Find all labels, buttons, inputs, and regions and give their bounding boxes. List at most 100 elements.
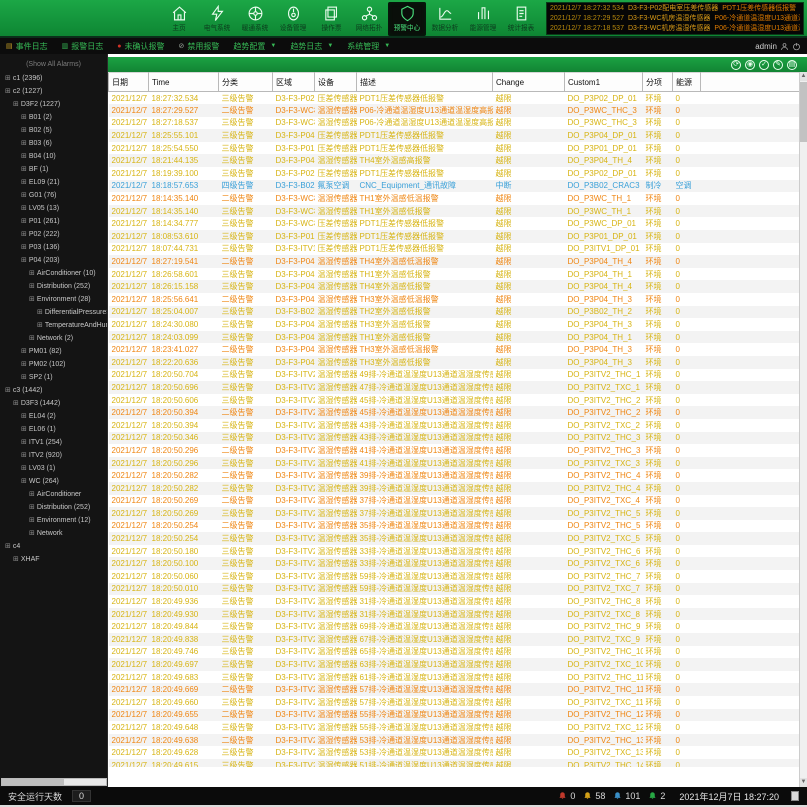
tree-node[interactable]: ⊞XHAF [0, 553, 107, 566]
tree-node[interactable]: ⊞B02 (5) [0, 124, 107, 137]
column-header[interactable]: 描述 [357, 73, 493, 92]
tree-node[interactable]: ⊞ITV1 (254) [0, 436, 107, 449]
show-all-alarms-label[interactable]: (Show All Alarms) [0, 54, 107, 72]
column-header[interactable]: 分项 [643, 73, 673, 92]
nav-item-reports[interactable]: 统计报表 [502, 2, 540, 36]
alarm-row[interactable]: 2021/12/718:20:50.254二级告警D3-F3-ITV2机房温湿传… [109, 520, 800, 533]
alarm-row[interactable]: 2021/12/718:25:56.641二级告警D3-F3-P04...温湿传… [109, 293, 800, 306]
tree-expand-icon[interactable]: ⊞ [37, 319, 43, 332]
tree-expand-icon[interactable]: ⊞ [5, 540, 11, 553]
tree-expand-icon[interactable]: ⊞ [21, 111, 27, 124]
tree-node[interactable]: ⊞TemperatureAndHumidity [0, 319, 107, 332]
alarm-row[interactable]: 2021/12/718:20:49.615三级告警D3-F3-ITV2机房温湿传… [109, 759, 800, 767]
calendar-icon[interactable] [791, 791, 799, 801]
tree-node[interactable]: ⊞WC (264) [0, 475, 107, 488]
tree-node[interactable]: ⊞AirConditioner [0, 488, 107, 501]
tree-node[interactable]: ⊞c2 (1227) [0, 85, 107, 98]
tree-expand-icon[interactable]: ⊞ [21, 462, 27, 475]
column-header[interactable]: Time [149, 73, 219, 92]
tree-node[interactable]: ⊞BF (1) [0, 163, 107, 176]
tree-node[interactable]: ⊞P02 (222) [0, 228, 107, 241]
tree-expand-icon[interactable]: ⊞ [29, 293, 35, 306]
tree-expand-icon[interactable]: ⊞ [21, 410, 27, 423]
alarm-row[interactable]: 2021/12/718:20:49.628三级告警D3-F3-ITV2机房温湿传… [109, 746, 800, 759]
alarm-row[interactable]: 2021/12/718:20:50.394二级告警D3-F3-ITV2机房温湿传… [109, 406, 800, 419]
alarm-row[interactable]: 2021/12/718:20:49.697三级告警D3-F3-ITV2机房温湿传… [109, 658, 800, 671]
alarm-row[interactable]: 2021/12/718:20:50.296二级告警D3-F3-ITV2机房温湿传… [109, 444, 800, 457]
tree-expand-icon[interactable]: ⊞ [21, 202, 27, 215]
alarm-row[interactable]: 2021/12/718:20:50.180三级告警D3-F3-ITV2机房温湿传… [109, 545, 800, 558]
alarm-row[interactable]: 2021/12/718:21:44.135三级告警D3-F3-P04...温湿传… [109, 154, 800, 167]
tree-expand-icon[interactable]: ⊞ [21, 345, 27, 358]
alarm-row[interactable]: 2021/12/718:20:49.638二级告警D3-F3-ITV2机房温湿传… [109, 734, 800, 747]
tree-node[interactable]: ⊞Network (2) [0, 332, 107, 345]
alarm-row[interactable]: 2021/12/718:20:50.282三级告警D3-F3-ITV2机房温湿传… [109, 482, 800, 495]
alarm-row[interactable]: 2021/12/718:20:50.269二级告警D3-F3-ITV2机房温湿传… [109, 495, 800, 508]
confirm-all-icon[interactable]: ✓ [759, 60, 769, 70]
scroll-down-arrow[interactable]: ▼ [800, 778, 807, 787]
tree-node[interactable]: ⊞PM01 (82) [0, 345, 107, 358]
menu-item-trend-config[interactable]: 趋势配置▼ [233, 41, 276, 52]
alarm-row[interactable]: 2021/12/718:20:50.060三级告警D3-F3-ITV2机房温湿传… [109, 570, 800, 583]
tree-node[interactable]: ⊞B01 (2) [0, 111, 107, 124]
tree-expand-icon[interactable]: ⊞ [29, 488, 35, 501]
tree-expand-icon[interactable]: ⊞ [13, 98, 19, 111]
alarm-row[interactable]: 2021/12/718:24:30.080三级告警D3-F3-P04...温湿传… [109, 318, 800, 331]
tree-expand-icon[interactable]: ⊞ [29, 332, 35, 345]
alarm-row[interactable]: 2021/12/718:20:49.746三级告警D3-F3-ITV2机房温湿传… [109, 646, 800, 659]
column-header[interactable]: 能源 [673, 73, 701, 92]
alarm-row[interactable]: 2021/12/718:20:50.296三级告警D3-F3-ITV2机房温湿传… [109, 457, 800, 470]
alarm-row[interactable]: 2021/12/718:27:32.534三级告警D3-F3-P02...压差传… [109, 92, 800, 105]
nav-item-electrical[interactable]: 电气系统 [198, 2, 236, 36]
alarm-row[interactable]: 2021/12/718:27:18.537三级告警D3-F3-WC机房温湿传感器… [109, 117, 800, 130]
tree-expand-icon[interactable]: ⊞ [29, 267, 35, 280]
tree-expand-icon[interactable]: ⊞ [21, 228, 27, 241]
tree-expand-icon[interactable]: ⊞ [21, 124, 27, 137]
alarm-row[interactable]: 2021/12/718:20:49.648三级告警D3-F3-ITV2机房温湿传… [109, 721, 800, 734]
nav-item-tickets[interactable]: 操作票 [312, 2, 350, 36]
tree-node[interactable]: ⊞P01 (261) [0, 215, 107, 228]
tree-node[interactable]: ⊞G01 (76) [0, 189, 107, 202]
alarm-row[interactable]: 2021/12/718:20:49.660三级告警D3-F3-ITV2机房温湿传… [109, 696, 800, 709]
tree-node[interactable]: ⊞Network [0, 527, 107, 540]
tree-node[interactable]: ⊞DifferentialPressureS [0, 306, 107, 319]
tree-node[interactable]: ⊞EL06 (1) [0, 423, 107, 436]
alarm-row[interactable]: 2021/12/718:19:39.100三级告警D3-F3-P02...压差传… [109, 167, 800, 180]
tree-expand-icon[interactable]: ⊞ [13, 397, 19, 410]
alarm-row[interactable]: 2021/12/718:20:49.936三级告警D3-F3-ITV2机房温湿传… [109, 595, 800, 608]
alarm-row[interactable]: 2021/12/718:25:04.007三级告警D3-F3-B02...温湿传… [109, 306, 800, 319]
alarm-row[interactable]: 2021/12/718:20:50.696三级告警D3-F3-ITV2机房温湿传… [109, 381, 800, 394]
alarm-row[interactable]: 2021/12/718:24:03.099三级告警D3-F3-P04...温湿传… [109, 331, 800, 344]
alarm-row[interactable]: 2021/12/718:25:54.550三级告警D3-F3-P01...压差传… [109, 142, 800, 155]
menu-item-event-log[interactable]: ▤事件日志 [6, 41, 48, 52]
alarm-row[interactable]: 2021/12/718:08:53.610三级告警D3-F3-P01...压差传… [109, 230, 800, 243]
tree-expand-icon[interactable]: ⊞ [21, 475, 27, 488]
tree-expand-icon[interactable]: ⊞ [37, 306, 43, 319]
tree-node[interactable]: ⊞Distribution (252) [0, 280, 107, 293]
tree-node[interactable]: ⊞D3F2 (1227) [0, 98, 107, 111]
nav-item-analysis[interactable]: 数据分析 [426, 2, 464, 36]
alarm-row[interactable]: 2021/12/718:20:50.269三级告警D3-F3-ITV2机房温湿传… [109, 507, 800, 520]
tree-expand-icon[interactable]: ⊞ [21, 215, 27, 228]
tree-node[interactable]: ⊞EL04 (2) [0, 410, 107, 423]
column-header[interactable]: 分类 [219, 73, 273, 92]
tree-node[interactable]: ⊞c4 [0, 540, 107, 553]
alarm-row[interactable]: 2021/12/718:20:50.606三级告警D3-F3-ITV2机房温湿传… [109, 394, 800, 407]
tree-expand-icon[interactable]: ⊞ [21, 189, 27, 202]
tree-expand-icon[interactable]: ⊞ [21, 163, 27, 176]
tree-expand-icon[interactable]: ⊞ [21, 371, 27, 384]
alarm-row[interactable]: 2021/12/718:20:49.683三级告警D3-F3-ITV2机房温湿传… [109, 671, 800, 684]
tree-expand-icon[interactable]: ⊞ [21, 137, 27, 150]
nav-item-hvac[interactable]: 暖通系统 [236, 2, 274, 36]
tree-node[interactable]: ⊞P04 (203) [0, 254, 107, 267]
tree-node[interactable]: ⊞Environment (28) [0, 293, 107, 306]
tree-expand-icon[interactable]: ⊞ [29, 527, 35, 540]
scroll-thumb[interactable] [800, 82, 807, 142]
tree-expand-icon[interactable]: ⊞ [13, 553, 19, 566]
tree-expand-icon[interactable]: ⊞ [5, 384, 11, 397]
alarm-row[interactable]: 2021/12/718:14:35.140二级告警D3-F3-WC机房温湿传感器… [109, 192, 800, 205]
tree-node[interactable]: ⊞EL09 (21) [0, 176, 107, 189]
sidebar-horizontal-scrollbar[interactable] [1, 778, 107, 786]
tree-node[interactable]: ⊞PM02 (102) [0, 358, 107, 371]
tree-node[interactable]: ⊞Distribution (252) [0, 501, 107, 514]
